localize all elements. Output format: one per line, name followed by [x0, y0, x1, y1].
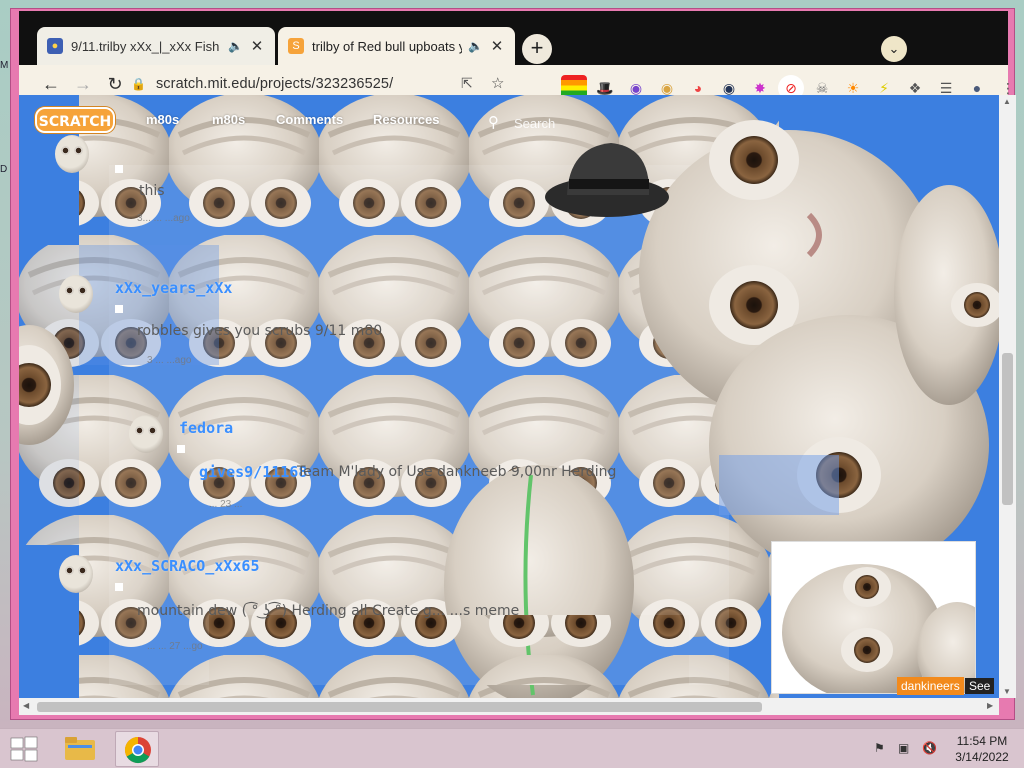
nav-link-resources[interactable]: Resources	[373, 112, 439, 127]
share-icon[interactable]: ⇱	[461, 75, 473, 92]
nav-link-comments[interactable]: Comments	[276, 112, 343, 127]
scroll-left-icon[interactable]: ◀	[23, 701, 29, 710]
scratch-project-icon: ●	[47, 38, 63, 54]
tab-title: trilby of Red bull upboats you	[312, 38, 463, 54]
search-input[interactable]	[514, 116, 654, 131]
scratch-s-icon: S	[288, 38, 304, 54]
clock-time[interactable]: 11:54 PM	[956, 734, 1008, 748]
speaker-icon[interactable]: 🔈	[468, 39, 483, 53]
comment-meta: ... 23 ...	[209, 499, 243, 510]
avatar[interactable]	[59, 555, 93, 593]
scratch-nav: SCRATCH m80s m80s Comments Resources ⚲	[19, 95, 999, 141]
search-icon[interactable]: ⚲	[488, 113, 499, 131]
speaker-icon[interactable]: 🔈	[228, 39, 243, 53]
scroll-down-icon[interactable]: ▼	[1003, 687, 1011, 696]
reply-icon[interactable]	[115, 165, 123, 173]
comment-username[interactable]: xXx_SCRACO_xXx65	[115, 557, 260, 575]
see-link[interactable]: See	[965, 678, 995, 694]
avatar[interactable]	[129, 415, 163, 453]
nav-link-m80s-2[interactable]: m80s	[212, 112, 245, 127]
taskbar: ⚑ ▣ 🔇 11:54 PM 3/14/2022	[0, 728, 1024, 768]
tab-strip: ● 9/11.trilby xXx_|_xXx Fish On! 🔈 ✕ S t…	[19, 11, 1008, 65]
clock-date[interactable]: 3/14/2022	[952, 750, 1012, 764]
scrollbar-thumb[interactable]	[37, 702, 762, 712]
comment-text: this	[139, 183, 165, 199]
back-icon[interactable]: ←	[37, 70, 65, 98]
chrome-icon	[124, 736, 151, 764]
close-tab-icon[interactable]: ✕	[489, 37, 505, 55]
page-viewport: SCRATCH m80s m80s Comments Resources ⚲ t…	[19, 95, 999, 698]
reply-icon[interactable]	[177, 445, 185, 453]
comment-username[interactable]: gives9/11168	[199, 463, 307, 481]
new-tab-button[interactable]: +	[522, 34, 552, 64]
avatar[interactable]	[59, 275, 93, 313]
close-tab-icon[interactable]: ✕	[249, 37, 265, 55]
file-explorer-button[interactable]	[58, 731, 102, 767]
comment-text: Team M'lady of Use dankneeb 9,00nr Herdi…	[297, 464, 617, 480]
avatar[interactable]	[55, 135, 89, 173]
nav-link-m80s[interactable]: m80s	[146, 112, 179, 127]
folder-icon	[65, 737, 95, 760]
action-center-flag-icon[interactable]: ⚑	[874, 741, 885, 755]
reply-icon[interactable]	[115, 583, 123, 591]
comment-username[interactable]: xXx_years_xXx	[115, 279, 232, 297]
comment-meta: ... ... 27 ...go	[147, 641, 203, 652]
network-icon[interactable]: ▣	[898, 741, 909, 755]
scrollbar-thumb[interactable]	[1002, 353, 1013, 505]
scratch-logo[interactable]: SCRATCH	[35, 107, 115, 133]
scroll-up-icon[interactable]: ▲	[1003, 97, 1011, 106]
comment-meta: 3... ... ...ago	[137, 213, 190, 224]
comment-text: robbles gives you scrubs 9/11 m80	[137, 323, 383, 339]
tab-active[interactable]: S trilby of Red bull upboats you 🔈 ✕	[278, 27, 515, 65]
scroll-right-icon[interactable]: ▶	[987, 701, 993, 710]
comment-text: mountain dew ( ͡° ͜ʖ ͡°) Herding all Cre…	[137, 603, 520, 619]
chrome-taskbar-button[interactable]	[115, 731, 159, 767]
horizontal-scrollbar[interactable]: ◀ ▶	[19, 698, 999, 715]
reply-icon[interactable]	[115, 305, 123, 313]
reload-icon[interactable]: ↻	[101, 70, 129, 98]
project-author-badge[interactable]: dankineers	[897, 677, 964, 695]
comment-username[interactable]: fedora	[179, 419, 233, 437]
forward-icon[interactable]: →	[69, 70, 97, 98]
lock-icon[interactable]: 🔒	[131, 77, 146, 91]
browser-window: ● 9/11.trilby xXx_|_xXx Fish On! 🔈 ✕ S t…	[10, 8, 1016, 720]
bookmark-star-icon[interactable]: ☆	[491, 74, 504, 92]
volume-muted-icon[interactable]: 🔇	[922, 741, 937, 755]
windows-start-icon[interactable]	[10, 736, 38, 762]
project-thumbnail[interactable]	[771, 541, 976, 694]
tab-title: 9/11.trilby xXx_|_xXx Fish On!	[71, 38, 222, 54]
vertical-scrollbar[interactable]: ▲ ▼	[999, 95, 1016, 698]
tab-search-icon[interactable]: ⌄	[881, 36, 907, 62]
comment-meta: 3 ... ...ago	[147, 355, 192, 366]
tab-inactive[interactable]: ● 9/11.trilby xXx_|_xXx Fish On! 🔈 ✕	[37, 27, 275, 65]
url-text[interactable]: scratch.mit.edu/projects/323236525/	[156, 76, 393, 92]
